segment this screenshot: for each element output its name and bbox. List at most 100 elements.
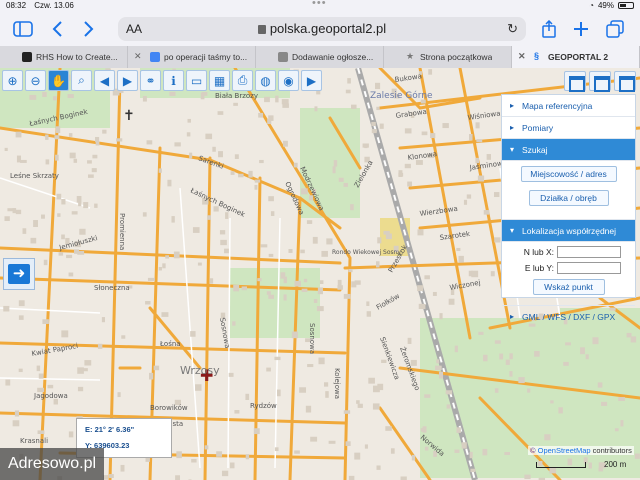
close-icon[interactable]: ✕ [518,51,526,62]
street-label: Grabowa [395,108,427,120]
building [323,382,329,387]
building [43,259,48,266]
arrow-left-icon[interactable]: ◀ [94,70,115,91]
building [293,162,298,168]
building [424,394,431,398]
map-view[interactable]: ✝ ✚ Łaśnych Boginek Sarenki Łaśnych Bogi… [0,68,640,480]
building [42,319,49,324]
zoom-in-icon[interactable]: ⊕ [2,70,23,91]
building [305,405,312,413]
building [268,294,275,299]
building [18,300,25,307]
building [88,174,94,178]
building [432,291,437,296]
building [486,154,492,160]
building [228,372,234,377]
building [158,266,162,271]
info-icon[interactable]: ℹ [163,70,184,91]
building [253,428,260,435]
reload-icon[interactable]: ↻ [507,21,518,37]
panel-toggle-icon[interactable] [589,71,611,92]
fullscreen-icon[interactable] [614,71,636,92]
building [614,428,619,432]
e-input[interactable] [557,262,621,274]
hand-icon[interactable]: ✋ [48,70,69,91]
building [270,211,275,216]
section-mapa-referencyjna[interactable]: Mapa referencyjna [502,95,635,117]
building [5,379,11,386]
building [234,410,240,414]
building [230,462,235,469]
building [109,474,114,479]
zoom-out-icon[interactable]: ⊖ [25,70,46,91]
section-lokalizacja[interactable]: Lokalizacja współrzędnej [502,220,635,242]
window-layout-icon[interactable] [564,71,586,92]
tab-rhs[interactable]: RHS How to Create... [0,46,128,68]
building [407,337,412,344]
link-icon[interactable]: ⚭ [140,70,161,91]
search-icon[interactable]: ⌕ [71,70,92,91]
building [61,198,66,205]
arrow-right-icon[interactable]: ▶ [117,70,138,91]
building [92,154,98,159]
building [280,272,286,279]
building [12,420,20,427]
coord-e: E: 21° 2' 6.36" [85,425,135,434]
n-input[interactable] [557,246,621,258]
building [283,140,288,147]
building [169,91,176,96]
clock: 08:32 [6,1,27,10]
multitask-dots[interactable]: ••• [312,0,327,9]
tab-start[interactable]: ★ Strona początkowa [384,46,512,68]
building [348,268,353,273]
ruler-icon[interactable]: ▭ [186,70,207,91]
close-icon[interactable]: ✕ [134,51,142,62]
section-gml[interactable]: GML / WFS / DXF / GPX [502,306,635,328]
forward-icon[interactable] [78,18,100,40]
tabs-overview-icon[interactable] [604,18,626,40]
globe-icon[interactable]: ◍ [255,70,276,91]
building [73,249,80,254]
building [79,228,86,235]
building [398,172,404,177]
building [283,294,287,301]
building [18,368,23,373]
attribution-text: contributors [590,446,632,455]
section-szukaj[interactable]: Szukaj [502,139,635,161]
building [383,230,390,235]
expand-panel-button[interactable]: ➜ [3,258,35,290]
building [580,347,585,355]
layout-tools [564,71,636,92]
building [268,253,274,257]
back-icon[interactable] [46,18,68,40]
building [420,428,425,432]
lock-icon [257,25,266,34]
tab-google[interactable]: ✕ po operacji taśmy to... [128,46,256,68]
print-icon[interactable]: ⎙ [232,70,253,91]
building [248,170,253,178]
video-icon[interactable]: ▶ [301,70,322,91]
search-address-button[interactable]: Miejscowość / adres [520,166,617,182]
osm-link[interactable]: OpenStreetMap [538,446,591,455]
street-label: Biała Brzozy [215,92,258,100]
building [328,440,336,444]
sidebar-icon[interactable] [12,18,34,40]
share-icon[interactable] [538,18,560,40]
building [275,95,279,103]
building [12,208,17,214]
tab-label: Strona początkowa [420,52,493,62]
show-point-button[interactable]: Wskaż punkt [532,279,605,295]
building [61,234,65,240]
building [259,159,264,164]
area-icon[interactable]: ▦ [209,70,230,91]
building [71,211,78,215]
search-parcel-button[interactable]: Działka / obręb [528,190,609,206]
building [167,179,172,187]
tab-dodawanie[interactable]: Dodawanie ogłosze... [256,46,384,68]
tab-geoportal[interactable]: ✕ § GEOPORTAL 2 [512,46,640,68]
section-pomiary[interactable]: Pomiary [502,117,635,139]
new-tab-icon[interactable] [570,18,592,40]
record-icon[interactable]: ◉ [278,70,299,91]
address-bar[interactable]: AA polska.geoportal2.pl ↻ [118,17,526,41]
building [317,287,323,295]
